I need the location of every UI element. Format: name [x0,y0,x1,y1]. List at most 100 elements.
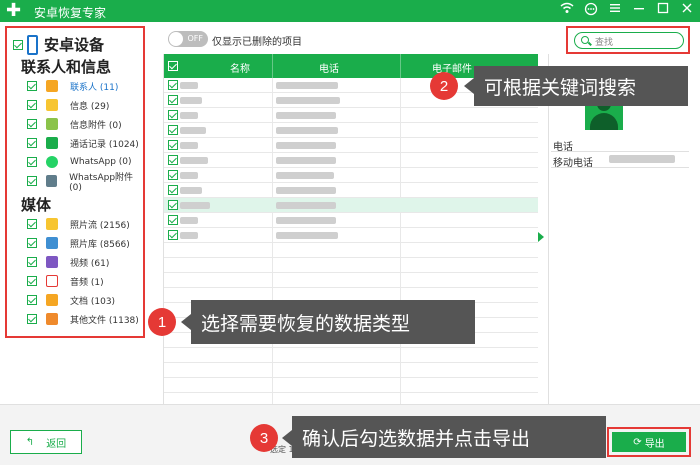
row-checkbox[interactable] [168,95,178,105]
sidebar-item-label: 照片库 (8566) [70,239,130,250]
detail-divider [551,151,689,152]
row-checkbox[interactable] [168,125,178,135]
sidebar-item-whatsapp-attachments[interactable]: WhatsApp附件 (0) [27,173,143,193]
row-checkbox[interactable] [168,200,178,210]
row-checkbox[interactable] [168,140,178,150]
table-row[interactable] [164,198,538,213]
select-all-checkbox[interactable] [168,61,178,71]
sidebar-item-other-files[interactable]: 其他文件 (1138) [27,311,139,327]
search-placeholder: 查找 [595,38,614,48]
sidebar-item-messages[interactable]: 信息 (29) [27,97,109,113]
sidebar-root-label: 安卓设备 [44,36,105,54]
app-title: 安卓恢复专家 [34,6,107,20]
row-checkbox[interactable] [168,110,178,120]
step-3-badge: 3 [250,424,278,452]
row-checkbox[interactable] [168,155,178,165]
show-deleted-label: 仅显示已删除的项目 [212,37,302,48]
checkbox[interactable] [27,257,37,267]
checkbox[interactable] [27,238,37,248]
table-row[interactable] [164,378,538,393]
table-row[interactable] [164,243,538,258]
sidebar-item-label: 信息 (29) [70,101,110,112]
sidebar-item-audio[interactable]: 音频 (1) [27,273,104,289]
table-row[interactable] [164,348,538,363]
checkbox[interactable] [27,138,37,148]
back-button[interactable]: ↰ 返回 [10,430,82,454]
table-row[interactable] [164,123,538,138]
step-2-pointer [464,78,474,94]
checkbox[interactable] [27,276,37,286]
step-3-pointer [282,430,292,446]
table-row[interactable] [164,153,538,168]
back-arrow-icon: ↰ [25,436,35,448]
sidebar-root-android-device[interactable]: 安卓设备 [13,34,104,55]
phone-cell-blurred [276,142,336,149]
row-checkbox[interactable] [168,230,178,240]
attachment-icon [46,118,58,130]
table-row[interactable] [164,273,538,288]
checkbox[interactable] [27,119,37,129]
root-checkbox[interactable] [13,39,23,50]
refresh-icon: ⟳ [633,436,642,448]
row-checkbox[interactable] [168,215,178,225]
column-header-phone[interactable]: 电话 [274,60,384,75]
step-2-badge: 2 [430,72,458,100]
sidebar-item-label: 信息附件 (0) [70,120,122,131]
export-highlight: ⟳ 导出 [607,427,691,457]
table-row[interactable] [164,228,538,243]
sidebar-item-documents[interactable]: 文档 (103) [27,292,115,308]
sidebar-item-contacts[interactable]: 联系人 (11) [27,78,118,94]
checkbox[interactable] [27,219,37,229]
menu-icon[interactable] [608,2,622,22]
table-row[interactable] [164,138,538,153]
search-input[interactable]: 查找 [574,32,684,49]
phone-cell-blurred [276,97,340,104]
checkbox[interactable] [27,295,37,305]
export-button[interactable]: ⟳ 导出 [612,432,686,452]
sidebar-item-photo-library[interactable]: 照片库 (8566) [27,235,130,251]
row-checkbox[interactable] [168,170,178,180]
name-cell-blurred [180,112,198,119]
sidebar-item-call-log[interactable]: 通话记录 (1024) [27,135,139,151]
sidebar-item-photo-stream[interactable]: 照片流 (2156) [27,216,130,232]
name-cell-blurred [180,157,208,164]
row-checkbox[interactable] [168,80,178,90]
chat-icon[interactable] [584,2,598,22]
table-row[interactable] [164,363,538,378]
sidebar-item-message-attachments[interactable]: 信息附件 (0) [27,116,122,132]
checkbox[interactable] [27,81,37,91]
table-row[interactable] [164,183,538,198]
detail-divider [551,167,689,168]
sidebar: 安卓设备 联系人和信息 联系人 (11) 信息 (29) 信息附件 (0) 通话… [5,26,145,338]
column-separator [400,54,401,78]
phone-cell-blurred [276,127,338,134]
step-1-pointer [181,314,191,330]
maximize-icon[interactable] [656,2,670,22]
table-row[interactable] [164,108,538,123]
checkbox[interactable] [27,100,37,110]
sidebar-item-whatsapp[interactable]: WhatsApp (0) [27,154,132,170]
message-icon [46,99,58,111]
close-icon[interactable] [680,2,694,22]
sidebar-item-label: 其他文件 (1138) [70,315,139,326]
checkbox[interactable] [27,157,37,167]
whatsapp-attachment-icon [46,175,58,187]
document-icon [46,294,58,306]
show-deleted-toggle[interactable]: OFF [168,31,208,47]
phone-cell-blurred [276,112,336,119]
minimize-icon[interactable] [632,2,646,22]
table-row[interactable] [164,258,538,273]
contacts-table: 名称 电话 电子邮件 [163,54,538,404]
checkbox[interactable] [27,176,37,186]
expand-detail-arrow-icon[interactable] [538,232,544,242]
row-checkbox[interactable] [168,185,178,195]
sidebar-item-video[interactable]: 视频 (61) [27,254,109,270]
wifi-icon[interactable] [560,2,574,22]
sidebar-item-label: 通话记录 (1024) [70,139,139,150]
table-row[interactable] [164,213,538,228]
detail-mobile-value-blurred [609,155,675,163]
column-header-name[interactable]: 名称 [210,60,270,75]
table-row[interactable] [164,168,538,183]
checkbox[interactable] [27,314,37,324]
phone-cell-blurred [276,202,336,209]
